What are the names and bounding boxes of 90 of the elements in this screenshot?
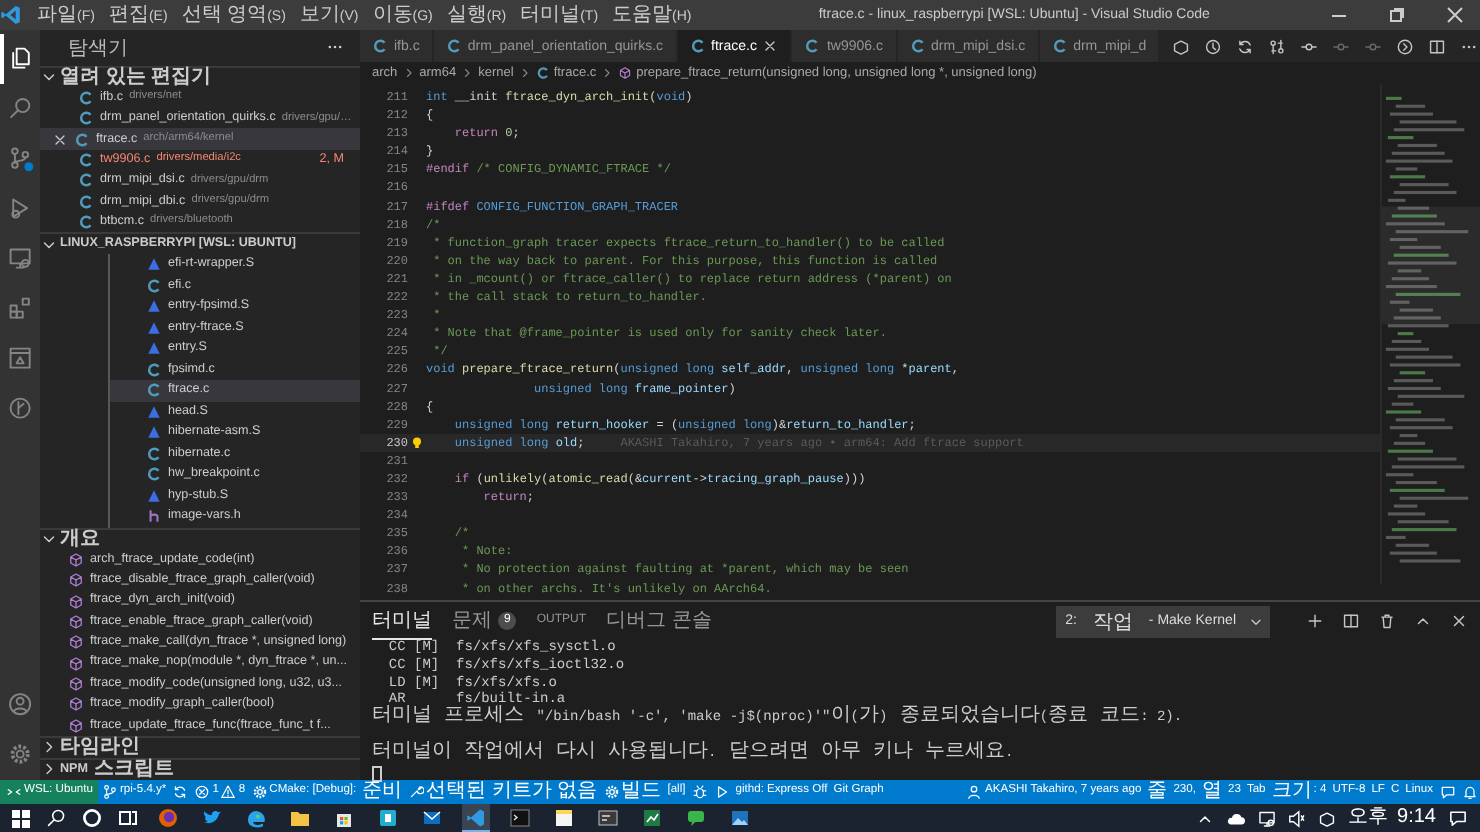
terminal-icon[interactable]: [510, 807, 530, 827]
panel-tab[interactable]: 디버그 콘솔: [606, 602, 712, 640]
cube-icon: [68, 551, 84, 568]
gear-icon: [251, 784, 268, 800]
cube-icon: [68, 675, 84, 692]
text-cursor: [372, 765, 382, 782]
notes-icon[interactable]: [554, 807, 574, 827]
lightbulb-icon[interactable]: [410, 435, 424, 450]
browser-icon[interactable]: [158, 807, 178, 827]
triangle-file-icon: [146, 256, 162, 273]
panel-tab[interactable]: 터미널: [372, 602, 432, 640]
c-file-icon: [372, 38, 388, 54]
globe-icon[interactable]: [246, 807, 266, 827]
cube-icon: [68, 634, 84, 651]
code-editor-icon[interactable]: [466, 807, 486, 827]
close-icon[interactable]: [762, 38, 779, 54]
error-icon: [194, 784, 211, 800]
c-file-icon: [535, 66, 550, 80]
play-icon[interactable]: [713, 784, 730, 800]
maximize-icon[interactable]: [1388, 6, 1406, 24]
gear-icon[interactable]: [7, 742, 33, 768]
search-icon[interactable]: [46, 808, 66, 828]
app-tile-icon[interactable]: [378, 807, 398, 827]
c-file-icon: [689, 38, 706, 54]
cube-icon: [68, 572, 84, 589]
split-terminal-icon[interactable]: [1342, 612, 1360, 630]
chart-icon[interactable]: [642, 807, 662, 827]
panel-icon[interactable]: [7, 346, 33, 372]
c-file-icon: [804, 38, 821, 54]
bug-icon[interactable]: [691, 784, 708, 800]
sync-icon[interactable]: [1236, 37, 1255, 55]
graph-icon[interactable]: [7, 396, 33, 422]
cloud-icon[interactable]: [1225, 809, 1246, 827]
blocks-icon[interactable]: [7, 296, 33, 322]
chevron-icon: [401, 66, 416, 80]
wrench-icon: [408, 784, 425, 800]
account-icon[interactable]: [7, 692, 33, 718]
section-header[interactable]: 타임라인: [40, 735, 360, 758]
notification-icon[interactable]: [1448, 808, 1468, 828]
circle-icon[interactable]: [82, 808, 102, 828]
split-editor-icon[interactable]: [1428, 37, 1447, 55]
windows-logo-icon[interactable]: [12, 809, 30, 827]
c-file-icon: [1051, 38, 1068, 54]
close-icon[interactable]: [1450, 612, 1468, 630]
close-icon[interactable]: [1446, 6, 1464, 24]
arrow-circle-icon[interactable]: [1396, 37, 1415, 55]
console-icon[interactable]: [598, 807, 618, 827]
trash-icon[interactable]: [1378, 612, 1396, 630]
files-icon[interactable]: [7, 46, 33, 72]
branch-icon: [101, 784, 118, 800]
cube-icon: [68, 613, 84, 630]
chevron-icon: [460, 66, 475, 80]
compare-icon[interactable]: [1268, 37, 1287, 55]
history-icon[interactable]: [1204, 37, 1223, 55]
branch-icon[interactable]: [7, 146, 33, 172]
photo-icon[interactable]: [730, 807, 750, 827]
person-icon: [966, 784, 983, 800]
task-view-icon[interactable]: [118, 808, 138, 828]
mail-icon[interactable]: [422, 807, 442, 827]
monitor-icon[interactable]: [1257, 809, 1276, 827]
c-file-icon: [445, 38, 462, 54]
plus-icon[interactable]: [1306, 612, 1324, 630]
section-header[interactable]: 개요: [40, 527, 360, 550]
close-icon[interactable]: [52, 131, 68, 148]
h-file-icon: [146, 508, 162, 525]
cube-icon: [618, 66, 633, 80]
section-header[interactable]: 열려 있는 편집기: [40, 65, 360, 88]
chevron-icon: [600, 66, 615, 80]
bird-icon[interactable]: [202, 807, 222, 827]
sidebar-title: 탐색기: [68, 35, 128, 62]
cube-icon: [68, 696, 84, 713]
c-file-icon: [909, 38, 925, 54]
c-file-icon: [146, 277, 162, 294]
warning-icon: [220, 784, 237, 800]
status-item[interactable]: 선택된 키트가 없음: [405, 780, 601, 804]
chevron-icon: [517, 66, 532, 80]
clock-time[interactable]: 오후 9:14: [1347, 808, 1436, 828]
triangle-file-icon: [146, 487, 162, 504]
status-item[interactable]: 빌드: [600, 780, 665, 804]
bell-icon[interactable]: [1461, 784, 1477, 800]
feedback-icon[interactable]: [1439, 784, 1455, 800]
gear-icon: [603, 784, 620, 800]
cube-icon: [68, 655, 84, 672]
app-logo-icon: [0, 4, 22, 26]
cube-icon: [68, 717, 84, 734]
run-icon[interactable]: [7, 196, 33, 222]
speaker-icon[interactable]: [1287, 809, 1306, 827]
cube-icon: [68, 593, 84, 610]
remote-icon: [6, 784, 22, 800]
chat-icon[interactable]: [686, 807, 706, 827]
